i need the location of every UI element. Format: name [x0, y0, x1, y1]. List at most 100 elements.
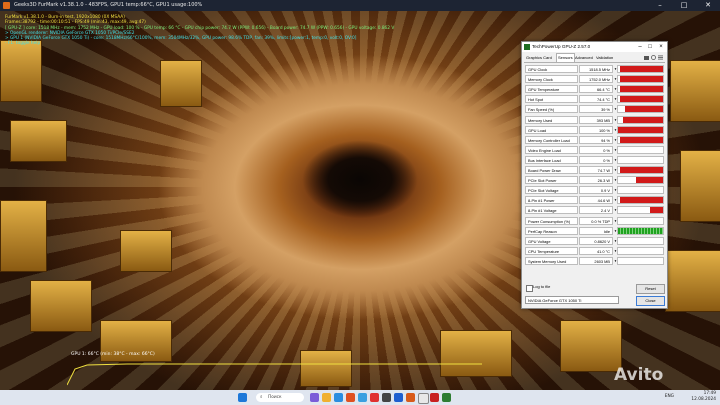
sensor-graph: [617, 135, 664, 144]
sensor-value: 41.0 °C: [579, 246, 613, 255]
refresh-icon[interactable]: [651, 55, 656, 60]
avito-watermark: Avito: [614, 365, 664, 385]
sensor-label: GPU Clock: [525, 65, 578, 73]
sensor-row: GPU Temperature 66.4 °C ▼: [525, 85, 664, 94]
sensor-label: Power Consumption (%): [525, 216, 578, 225]
sensor-value: 0.8620 V: [579, 236, 613, 245]
sensor-graph-fill: [620, 136, 663, 143]
overlay-line: - F1: toggle help: [5, 41, 41, 47]
gpuz-close-button[interactable]: ×: [656, 42, 666, 52]
sensor-row: PerfCap Reason Idle ▼: [525, 226, 664, 236]
sensor-graph: [617, 246, 664, 255]
sensor-row: System Memory Used 2603 MB ▼: [525, 256, 664, 266]
sensor-row: Memory Used 393 MB ▼: [525, 115, 664, 125]
sensor-graph-fill: [620, 197, 663, 204]
sensor-value: 0 %: [579, 145, 613, 154]
sensor-label: Bus Interface Load: [525, 155, 578, 164]
sensor-label: PCIe Slot Voltage: [525, 186, 578, 195]
sensor-row: Bus Interface Load 0 % ▼: [525, 155, 664, 165]
sensor-graph: [617, 155, 664, 164]
sensor-value: Idle: [579, 226, 613, 235]
sensor-row: GPU Load 100 % ▼: [525, 125, 664, 135]
sensor-label: 8-Pin #1 Voltage: [525, 206, 578, 215]
temp-graph: [67, 363, 482, 386]
windows-start-icon[interactable]: [238, 393, 247, 402]
sensor-graph: [617, 145, 664, 154]
sensor-label: Memory Used: [525, 115, 578, 124]
sensor-value: 44.6 W: [579, 196, 613, 205]
window-title: Geeks3D FurMark v1.38.1.0 - 483FPS, GPU1…: [14, 2, 203, 8]
sensor-label: PCIe Slot Power: [525, 176, 578, 185]
sensor-value: 2.4 V: [579, 206, 613, 215]
sensor-graph-fill: [622, 116, 663, 123]
file-explorer-icon[interactable]: [322, 393, 331, 402]
reset-button[interactable]: Reset: [636, 284, 665, 294]
app-icon[interactable]: [382, 393, 391, 402]
sensor-graph: [617, 166, 664, 174]
log-to-file-checkbox[interactable]: [526, 285, 533, 292]
sensor-row: PCIe Slot Voltage 0.9 V ▼: [525, 186, 664, 195]
sensor-row: Video Engine Load 0 % ▼: [525, 145, 664, 155]
maximize-button[interactable]: □: [672, 0, 696, 11]
tab-graphics-card[interactable]: Graphics Card: [525, 54, 553, 62]
sensor-row: Fan Speed (%) 39 % ▼: [525, 105, 664, 114]
clock-date[interactable]: 12.08.2024: [691, 397, 716, 403]
edge-icon[interactable]: [334, 393, 343, 402]
sensor-label: Memory Clock: [525, 75, 578, 84]
sensor-graph: [617, 186, 664, 195]
app-icon[interactable]: [394, 393, 403, 402]
sensor-row: PCIe Slot Power 26.3 W ▼: [525, 176, 664, 185]
sensor-value: 74.4 °C: [579, 95, 613, 104]
tab-validation[interactable]: Validation: [595, 54, 614, 62]
sensor-value: 0.0 % TDP: [579, 216, 613, 225]
tunnel-block: [160, 60, 202, 107]
tunnel-block: [680, 150, 720, 222]
gpuz-taskbar-icon[interactable]: [442, 393, 451, 402]
sensor-graph: [617, 105, 664, 114]
taskbar-search-box[interactable]: ⌕ Поиск: [256, 393, 304, 402]
app-icon[interactable]: [418, 393, 429, 404]
gpuz-window: TechPowerUp GPU-Z 2.57.0 – □ × Graphics …: [521, 41, 668, 309]
sensor-row: GPU Voltage 0.8620 V ▼: [525, 236, 664, 246]
sensor-graph-fill: [620, 86, 663, 93]
app-icon[interactable]: [406, 393, 415, 402]
sensor-row: 8-Pin #1 Power 44.6 W ▼: [525, 196, 664, 205]
furmark-icon: [3, 2, 10, 9]
store-icon[interactable]: [346, 393, 355, 402]
language-indicator[interactable]: ENG: [665, 394, 674, 400]
sensor-graph-fill: [620, 76, 663, 83]
sensor-row: Memory Clock 1752.0 MHz ▼: [525, 75, 664, 84]
search-placeholder: Поиск: [268, 395, 282, 400]
tunnel-block: [670, 60, 720, 122]
menu-icon[interactable]: [658, 55, 663, 60]
task-view-icon[interactable]: [310, 393, 319, 402]
gpuz-titlebar: TechPowerUp GPU-Z 2.57.0 – □ ×: [522, 42, 667, 52]
app-icon[interactable]: [370, 393, 379, 402]
sensor-row: Power Consumption (%) 0.0 % TDP ▼: [525, 216, 664, 226]
tab-sensors[interactable]: Sensors: [556, 53, 575, 62]
gpuz-minimize-button[interactable]: –: [635, 42, 645, 52]
taskbar: ⌕ Поиск ENG 17:49 12.08.2024: [0, 390, 720, 405]
sensor-row: 8-Pin #1 Voltage 2.4 V ▼: [525, 206, 664, 215]
log-to-file-label: Log to file: [533, 284, 551, 289]
tunnel-block: [0, 40, 42, 102]
furmark-taskbar-icon[interactable]: [430, 393, 439, 402]
minimize-button[interactable]: –: [648, 0, 672, 11]
sensor-label: Video Engine Load: [525, 145, 578, 154]
sensor-graph: [617, 196, 664, 205]
camera-icon[interactable]: [644, 55, 649, 60]
sensor-row: Memory Controller Load 94 % ▼: [525, 135, 664, 145]
gpuz-maximize-button[interactable]: □: [645, 42, 655, 52]
tab-advanced[interactable]: Advanced: [574, 54, 594, 62]
mail-icon[interactable]: [358, 393, 367, 402]
sensor-label: System Memory Used: [525, 256, 578, 265]
sensor-graph-fill: [618, 227, 663, 234]
sensor-graph: [617, 226, 664, 235]
sensor-value: 0 %: [579, 155, 613, 164]
sensor-value: 26.3 W: [579, 176, 613, 185]
sensor-graph: [617, 256, 664, 265]
close-dialog-button[interactable]: Close: [636, 296, 665, 306]
sensor-value: 39 %: [579, 105, 613, 114]
close-button[interactable]: ✕: [696, 0, 720, 11]
gpu-select-dropdown[interactable]: NVIDIA GeForce GTX 1050 Ti: [525, 296, 619, 304]
